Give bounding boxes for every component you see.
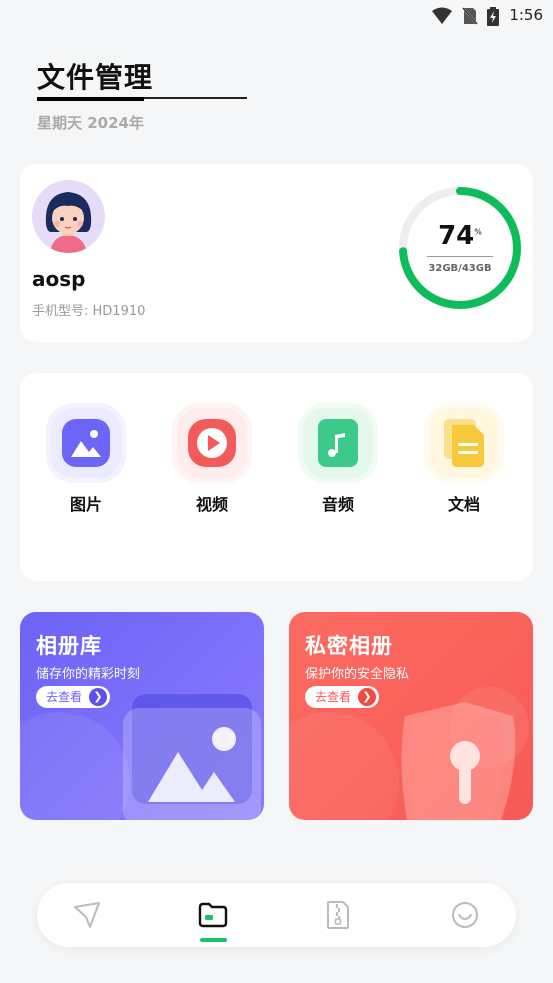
category-label: 音频 <box>321 495 354 514</box>
date-subtitle: 星期天 2024年 <box>37 114 144 132</box>
image-icon <box>62 419 110 467</box>
category-audio[interactable]: 音频 <box>296 403 380 515</box>
music-file-icon <box>318 419 358 467</box>
storage-gauge[interactable]: 74% 32GB/43GB <box>395 183 525 313</box>
profile-card[interactable]: aosp 手机型号: HD1910 74% 32GB/43GB <box>20 164 533 342</box>
private-album-title: 私密相册 <box>305 634 393 658</box>
category-label: 图片 <box>69 495 102 514</box>
category-audio-bg <box>298 403 378 483</box>
category-label: 文档 <box>447 495 480 514</box>
chevron-right-icon: ❯ <box>358 688 377 706</box>
category-videos[interactable]: 视频 <box>170 403 254 515</box>
private-album-card[interactable]: 私密相册 保护你的安全隐私 去查看 ❯ <box>289 612 533 820</box>
storage-percent: 74% <box>395 221 525 251</box>
nav-compress[interactable] <box>321 898 355 932</box>
device-model: 手机型号: HD1910 <box>32 304 146 319</box>
category-card: 图片 视频 音频 文档 <box>20 373 533 581</box>
document-icon <box>440 419 488 467</box>
no-sim-icon <box>462 7 478 25</box>
title-underline-accent <box>37 97 144 101</box>
play-icon <box>188 419 236 467</box>
category-videos-bg <box>172 403 252 483</box>
bottom-nav <box>37 883 516 947</box>
username: aosp <box>32 267 86 291</box>
battery-charging-icon <box>487 7 499 26</box>
zip-file-icon <box>327 901 349 929</box>
nav-profile[interactable] <box>448 898 482 932</box>
category-documents-bg <box>424 403 504 483</box>
profile-icon <box>452 902 478 928</box>
send-icon <box>74 902 100 928</box>
private-album-subtitle: 保护你的安全隐私 <box>305 667 410 682</box>
status-time: 1:56 <box>509 6 543 24</box>
view-button-label: 去查看 <box>46 690 83 704</box>
page-title: 文件管理 <box>37 61 154 94</box>
album-library-view-button[interactable]: 去查看 ❯ <box>36 686 111 708</box>
avatar-girl-icon <box>45 192 92 253</box>
wifi-icon <box>432 7 452 24</box>
category-images[interactable]: 图片 <box>44 403 128 515</box>
active-tab-indicator <box>200 938 227 942</box>
folder-icon <box>198 902 228 928</box>
gauge-divider <box>427 256 493 257</box>
album-library-title: 相册库 <box>36 634 102 658</box>
category-label: 视频 <box>195 495 228 514</box>
storage-percent-value: 74 <box>438 221 475 251</box>
nav-send[interactable] <box>70 898 104 932</box>
storage-percent-symbol: % <box>474 227 482 237</box>
category-images-bg <box>46 403 126 483</box>
view-button-label: 去查看 <box>315 690 352 704</box>
chevron-right-icon: ❯ <box>89 688 108 706</box>
nav-files[interactable] <box>196 898 230 932</box>
status-bar: 1:56 <box>0 0 553 32</box>
storage-usage: 32GB/43GB <box>428 263 492 274</box>
album-library-subtitle: 储存你的精彩时刻 <box>36 667 141 682</box>
avatar[interactable] <box>32 180 105 253</box>
category-documents[interactable]: 文档 <box>422 403 506 515</box>
private-album-view-button[interactable]: 去查看 ❯ <box>305 686 380 708</box>
album-library-card[interactable]: 相册库 储存你的精彩时刻 去查看 ❯ <box>20 612 264 820</box>
